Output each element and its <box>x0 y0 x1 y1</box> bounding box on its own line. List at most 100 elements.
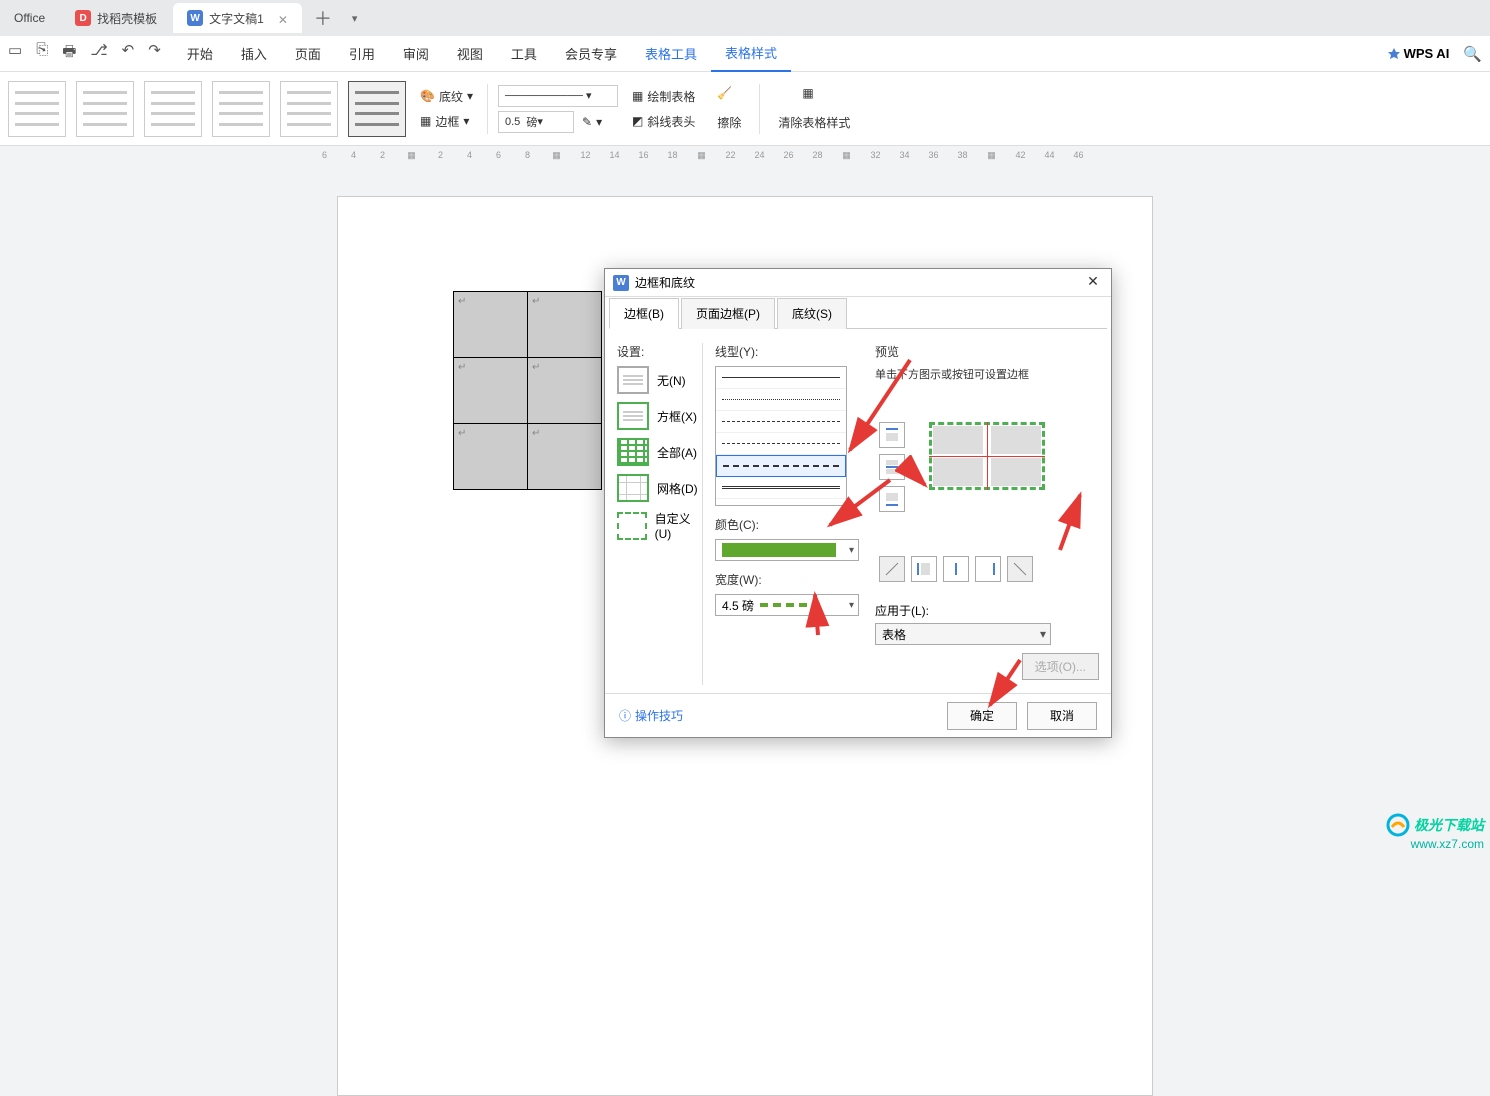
border-right-button[interactable] <box>975 556 1001 582</box>
table-style-4[interactable] <box>212 81 270 137</box>
table-style-1[interactable] <box>8 81 66 137</box>
line-style-combo[interactable]: ────────── ▾ <box>498 85 618 107</box>
table-style-6[interactable] <box>348 81 406 137</box>
preview-label: 预览 <box>875 343 1099 360</box>
menu-tools[interactable]: 工具 <box>497 36 551 72</box>
ok-button[interactable]: 确定 <box>947 702 1017 730</box>
line-double[interactable] <box>716 477 846 499</box>
border-vmid-button[interactable] <box>943 556 969 582</box>
line-color-dropdown[interactable]: ✎▾ <box>578 111 606 133</box>
shading-dropdown[interactable]: 🎨底纹 ▾ <box>416 86 477 107</box>
table-style-5[interactable] <box>280 81 338 137</box>
tips-link[interactable]: ⓘ 操作技巧 <box>619 707 683 724</box>
tab-template[interactable]: D 找稻壳模板 <box>61 3 171 33</box>
borders-shading-dialog: W 边框和底纹 ✕ 边框(B) 页面边框(P) 底纹(S) 设置: 无(N) 方… <box>604 268 1112 738</box>
cancel-button[interactable]: 取消 <box>1027 702 1097 730</box>
menu-table-style[interactable]: 表格样式 <box>711 36 791 72</box>
tab-page-border[interactable]: 页面边框(P) <box>681 298 775 329</box>
menu-insert[interactable]: 插入 <box>227 36 281 72</box>
setting-custom[interactable]: 自定义(U) <box>617 510 702 541</box>
color-combo[interactable] <box>715 539 859 561</box>
draw-table-button[interactable]: ▦绘制表格 <box>628 86 699 107</box>
menu-start[interactable]: 开始 <box>173 36 227 72</box>
pencil-icon: ✎ <box>582 115 592 129</box>
tab-dropdown[interactable]: ▾ <box>342 12 368 25</box>
logo-icon <box>1386 813 1410 837</box>
document-table[interactable]: ↵↵ ↵↵ ↵↵ <box>453 291 602 490</box>
width-combo[interactable]: 4.5 磅 <box>715 594 859 616</box>
line-dashdotdot[interactable] <box>716 455 846 477</box>
menu-page[interactable]: 页面 <box>281 36 335 72</box>
border-diag1-button[interactable] <box>879 556 905 582</box>
setting-all[interactable]: 全部(A) <box>617 438 702 466</box>
clear-style-button[interactable]: ▦ 清除表格样式 <box>770 82 858 135</box>
menubar: ▭ ⎘ 🖶 ⎇ ↶ ↷ 开始 插入 页面 引用 审阅 视图 工具 会员专享 表格… <box>0 36 1490 72</box>
line-style-list[interactable] <box>715 366 847 506</box>
dialog-titlebar: W 边框和底纹 ✕ <box>605 269 1111 297</box>
grid-setting-icon <box>617 474 649 502</box>
watermark: 极光下载站 www.xz7.com <box>1386 813 1484 851</box>
setting-grid[interactable]: 网格(D) <box>617 474 702 502</box>
menu-ref[interactable]: 引用 <box>335 36 389 72</box>
diag-header-button[interactable]: ◩斜线表头 <box>628 111 699 132</box>
tab-close-icon[interactable]: ✕ <box>278 13 288 23</box>
clear-icon: ▦ <box>802 86 826 110</box>
dialog-title: 边框和底纹 <box>635 274 695 291</box>
none-icon <box>617 366 649 394</box>
menu-review[interactable]: 审阅 <box>389 36 443 72</box>
border-dropdown[interactable]: ▦边框 ▾ <box>416 111 477 132</box>
menu-table-tools[interactable]: 表格工具 <box>631 36 711 72</box>
options-button: 选项(O)... <box>1022 653 1099 680</box>
apply-to-combo[interactable]: 表格 <box>875 623 1051 645</box>
setting-none[interactable]: 无(N) <box>617 366 702 394</box>
diag-icon: ◩ <box>632 114 643 128</box>
line-dashed[interactable] <box>716 411 846 433</box>
border-top-button[interactable] <box>879 422 905 448</box>
eraser-icon: 🧹 <box>717 86 741 110</box>
preview-icon[interactable]: ⎇ <box>90 41 107 66</box>
paint-icon: 🎨 <box>420 89 435 103</box>
ai-icon <box>1387 47 1401 61</box>
open-icon[interactable]: ⎘ <box>36 41 48 66</box>
ribbon: 🎨底纹 ▾ ▦边框 ▾ ────────── ▾ 0.5 磅 ▾ ✎▾ ▦绘制表… <box>0 72 1490 146</box>
border-left-button[interactable] <box>911 556 937 582</box>
menu-view[interactable]: 视图 <box>443 36 497 72</box>
line-dashdot[interactable] <box>716 433 846 455</box>
dialog-tabs: 边框(B) 页面边框(P) 底纹(S) <box>609 297 1107 329</box>
tab-office[interactable]: Office <box>0 3 59 33</box>
preview-hint: 单击下方图示或按钮可设置边框 <box>875 366 1099 382</box>
tab-border[interactable]: 边框(B) <box>609 298 679 329</box>
dialog-close-button[interactable]: ✕ <box>1083 273 1103 293</box>
line-dotted[interactable] <box>716 389 846 411</box>
color-label: 颜色(C): <box>715 516 859 533</box>
border-icon: ▦ <box>420 114 431 128</box>
print-icon[interactable]: 🖶 <box>62 41 76 66</box>
erase-button[interactable]: 🧹 擦除 <box>709 82 749 135</box>
undo-icon[interactable]: ↶ <box>122 41 135 66</box>
tab-shading[interactable]: 底纹(S) <box>777 298 847 329</box>
border-bottom-button[interactable] <box>879 486 905 512</box>
settings-label: 设置: <box>617 343 702 360</box>
menu-member[interactable]: 会员专享 <box>551 36 631 72</box>
new-tab-button[interactable]: ＋ <box>304 5 342 31</box>
custom-icon <box>617 512 647 540</box>
app-tabbar: Office D 找稻壳模板 W 文字文稿1 ✕ ＋ ▾ <box>0 0 1490 36</box>
redo-icon[interactable]: ↷ <box>148 41 161 66</box>
tab-document[interactable]: W 文字文稿1 ✕ <box>173 3 302 33</box>
line-width-combo[interactable]: 0.5 磅 ▾ <box>498 111 574 133</box>
setting-box[interactable]: 方框(X) <box>617 402 702 430</box>
line-solid[interactable] <box>716 367 846 389</box>
border-hmid-button[interactable] <box>879 454 905 480</box>
preview-table[interactable] <box>929 422 1045 490</box>
table-style-3[interactable] <box>144 81 202 137</box>
template-icon: D <box>75 10 91 26</box>
wps-ai-button[interactable]: WPS AI <box>1387 46 1450 61</box>
apply-label: 应用于(L): <box>875 602 1099 619</box>
table-style-2[interactable] <box>76 81 134 137</box>
border-diag2-button[interactable] <box>1007 556 1033 582</box>
word-icon: W <box>613 275 629 291</box>
horizontal-ruler: 642 ▦2468 ▦12141618 ▦22242628 ▦32343638 … <box>0 146 1490 164</box>
save-icon[interactable]: ▭ <box>8 41 22 66</box>
search-icon[interactable]: 🔍 <box>1463 45 1482 63</box>
width-label: 宽度(W): <box>715 571 859 588</box>
